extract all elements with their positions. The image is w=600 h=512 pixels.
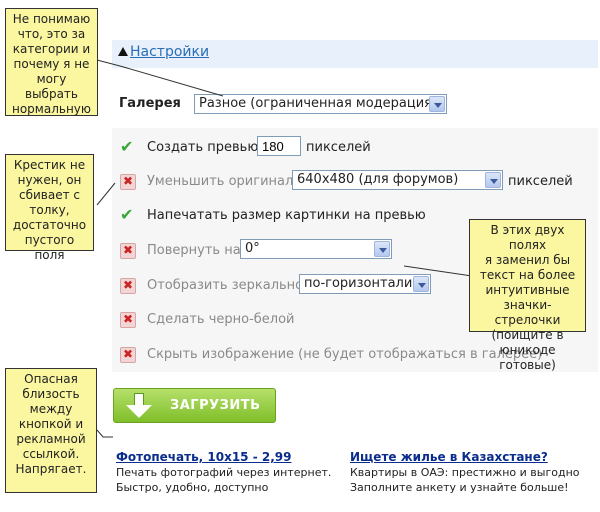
- mirror-value: по-горизонтали: [304, 276, 413, 291]
- option-label: Уменьшить оригинал: [147, 174, 294, 189]
- note-danger: Опасная близость между кнопкой и рекламной с…: [5, 368, 97, 493]
- ad-text-housing: Квартиры в ОАЭ: престижно и выгодно Запо…: [350, 465, 580, 493]
- chevron-down-icon[interactable]: [413, 276, 429, 292]
- shrink-size-select[interactable]: 640x480 (для форумов): [292, 170, 503, 190]
- upload-button-label: ЗАГРУЗИТЬ: [170, 398, 261, 413]
- gallery-select-value: Разное (ограниченная модерация): [199, 96, 438, 111]
- settings-link[interactable]: Настройки: [130, 44, 209, 60]
- ad-text-photo-print: Печать фотографий через интернет. Быстро…: [116, 465, 336, 493]
- check-icon[interactable]: [120, 205, 136, 224]
- shrink-size-value: 640x480 (для форумов): [297, 172, 459, 187]
- ad-link-photo-print[interactable]: Фотопечать, 10x15 - 2,99: [116, 450, 291, 464]
- ad-text-line: Заполните анкету и узнайте больше!: [350, 481, 569, 493]
- cross-icon[interactable]: [120, 243, 136, 259]
- gallery-label: Галерея: [119, 96, 181, 111]
- ad-text-line: Печать фотографий через интернет.: [116, 466, 332, 479]
- option-label: Повернуть на: [147, 243, 241, 258]
- option-label: Создать превью: [147, 140, 259, 155]
- cross-icon[interactable]: [120, 278, 136, 294]
- chevron-down-icon[interactable]: [429, 96, 445, 112]
- cross-icon[interactable]: [120, 347, 136, 363]
- upload-button[interactable]: ЗАГРУЗИТЬ: [113, 388, 276, 423]
- option-label: Отобразить зеркально: [147, 278, 304, 293]
- preview-size-input[interactable]: [257, 136, 301, 156]
- expand-triangle-icon[interactable]: [118, 47, 128, 56]
- note-arrows: В этих двух полях я заменил бы текст на бо…: [469, 219, 586, 372]
- shrink-size-unit: пикселей: [508, 174, 573, 189]
- cross-icon[interactable]: [120, 312, 136, 328]
- cross-icon[interactable]: [120, 174, 136, 190]
- chevron-down-icon[interactable]: [485, 172, 501, 188]
- ad-text-line: Квартиры в ОАЭ: престижно и выгодно: [350, 466, 580, 479]
- note-cross: Крестик не нужен, он сбивает с толку, доста…: [5, 154, 94, 262]
- rotate-value: 0°: [245, 241, 260, 256]
- option-label: Напечатать размер картинки на превью: [147, 208, 426, 223]
- chevron-down-icon[interactable]: [374, 241, 390, 257]
- note-category: Не понимаю что, это за категории и почему …: [5, 8, 98, 116]
- download-arrow-icon: [126, 393, 152, 419]
- option-label: Сделать черно-белой: [147, 312, 295, 327]
- gallery-select[interactable]: Разное (ограниченная модерация): [194, 94, 447, 114]
- check-icon[interactable]: [120, 137, 136, 156]
- preview-size-unit: пикселей: [306, 140, 371, 155]
- ad-link-housing[interactable]: Ищете жилье в Казахстане?: [350, 450, 548, 464]
- ad-text-line: Быстро, удобно, доступно: [116, 481, 269, 493]
- mirror-select[interactable]: по-горизонтали: [299, 274, 431, 294]
- rotate-select[interactable]: 0°: [240, 239, 392, 259]
